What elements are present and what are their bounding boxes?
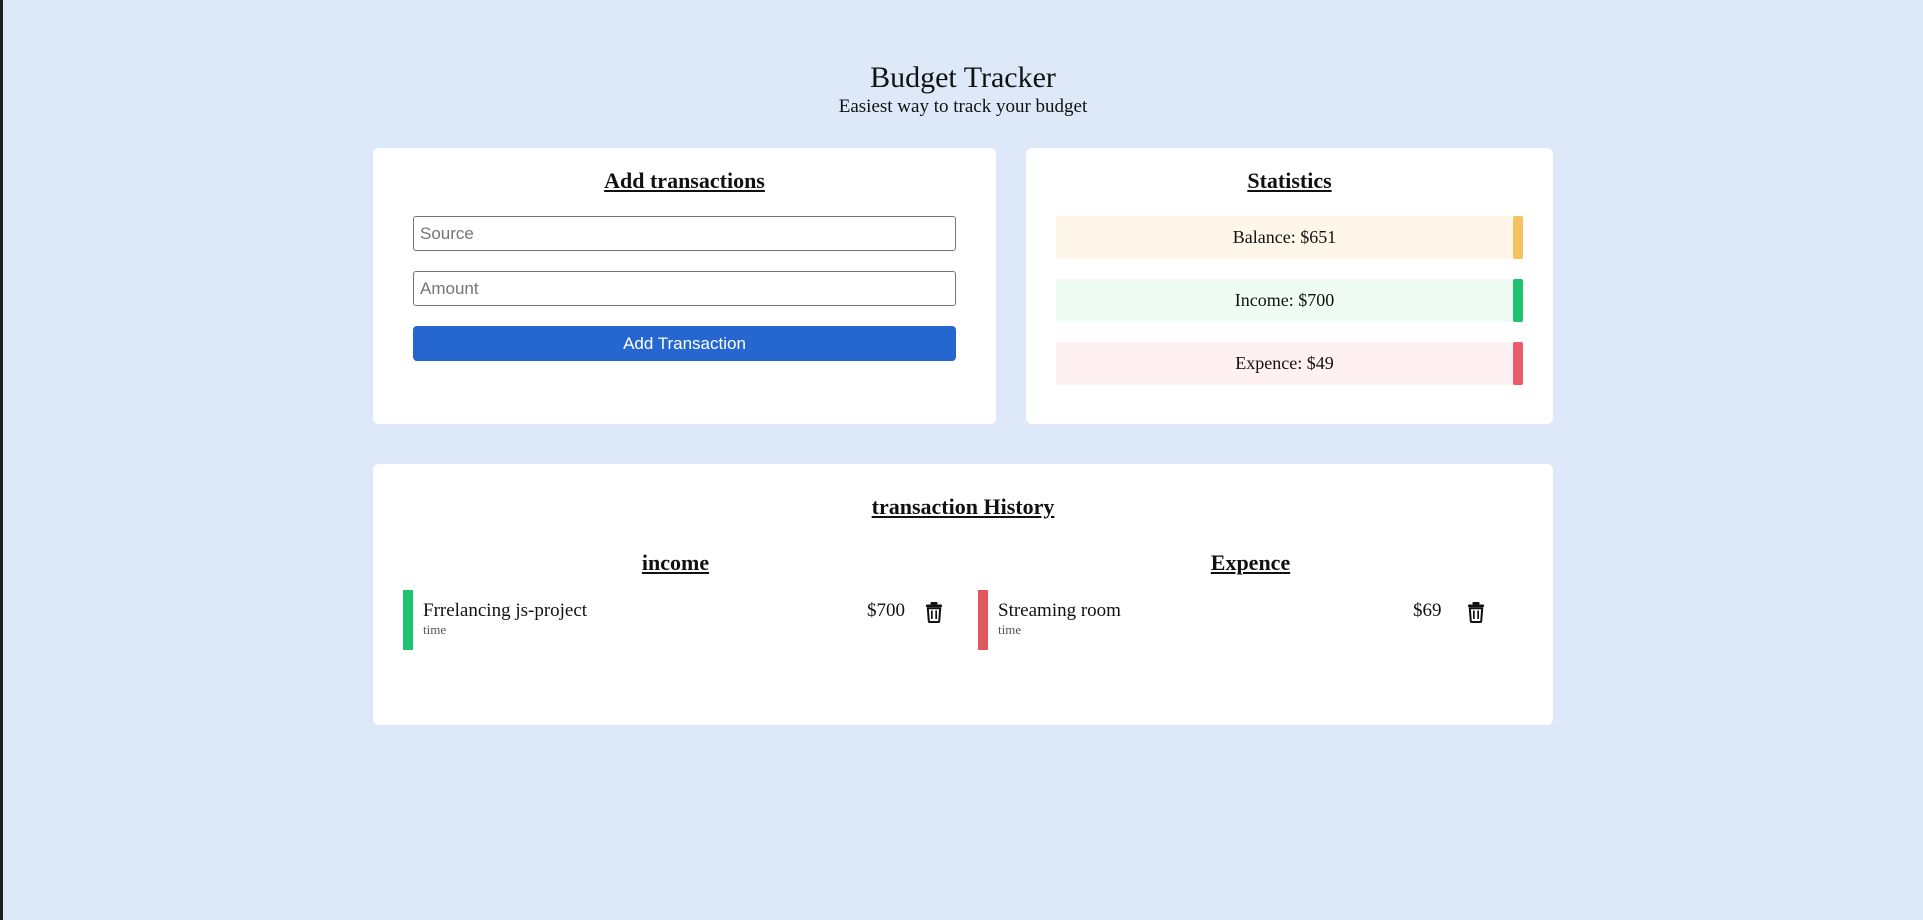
income-accent-bar (1513, 279, 1523, 322)
expense-column-title: Expence (1210, 550, 1291, 575)
income-column: income Frrelancing js-project time $700 (403, 550, 948, 650)
expense-transaction-item: Streaming room time $69 (978, 590, 1523, 650)
trash-icon (926, 602, 942, 623)
transaction-source: Streaming room (998, 600, 1121, 621)
trash-icon (1468, 602, 1484, 623)
expense-column: Expence Streaming room time $69 (978, 550, 1523, 650)
income-text: Income: $700 (1234, 290, 1335, 310)
income-column-title: income (641, 550, 710, 575)
balance-stat: Balance: $651 (1056, 216, 1523, 259)
top-row: Add transactions Add Transaction Statist… (373, 148, 1553, 424)
budget-tracker-app: Budget Tracker Easiest way to track your… (373, 60, 1553, 725)
amount-input[interactable] (413, 271, 956, 306)
add-transaction-card: Add transactions Add Transaction (373, 148, 996, 424)
expense-text: Expence: $49 (1235, 353, 1334, 373)
income-stat: Income: $700 (1056, 279, 1523, 322)
window-left-edge (0, 0, 3, 920)
page-title: Budget Tracker (870, 61, 1056, 94)
history-title: transaction History (871, 494, 1055, 519)
income-transaction-item: Frrelancing js-project time $700 (403, 590, 948, 650)
add-transaction-title: Add transactions (604, 168, 765, 193)
add-transaction-button[interactable]: Add Transaction (413, 326, 956, 361)
expense-stripe (978, 590, 988, 650)
expense-stat: Expence: $49 (1056, 342, 1523, 385)
page-subtitle: Easiest way to track your budget (838, 96, 1088, 117)
transaction-time: time (423, 622, 447, 637)
transaction-amount: $700 (867, 600, 905, 621)
page-header: Budget Tracker Easiest way to track your… (373, 60, 1553, 148)
transaction-time: time (998, 622, 1022, 637)
transaction-amount: $69 (1413, 600, 1442, 621)
balance-text: Balance: $651 (1232, 227, 1337, 247)
delete-expense-button[interactable] (1466, 601, 1486, 623)
statistics-title: Statistics (1247, 168, 1332, 193)
transaction-history-card: transaction History income Frrelancing j… (373, 464, 1553, 725)
balance-accent-bar (1513, 216, 1523, 259)
history-columns: income Frrelancing js-project time $700 (403, 550, 1523, 650)
expense-accent-bar (1513, 342, 1523, 385)
statistics-card: Statistics Balance: $651 Income: $700 Ex… (1026, 148, 1553, 424)
income-stripe (403, 590, 413, 650)
delete-income-button[interactable] (924, 601, 944, 623)
source-input[interactable] (413, 216, 956, 251)
